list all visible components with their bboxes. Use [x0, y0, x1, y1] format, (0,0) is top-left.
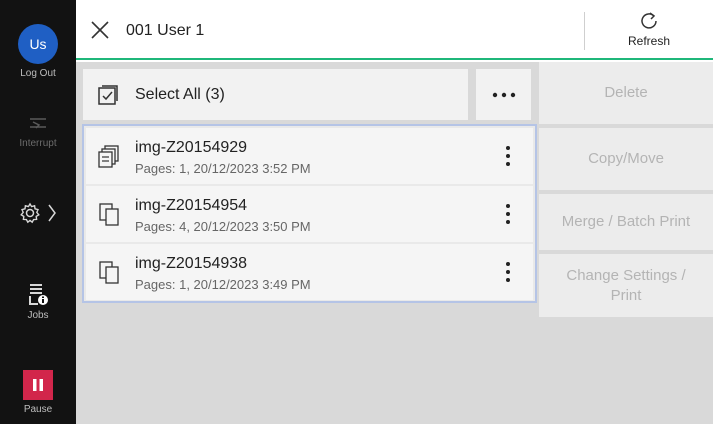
file-meta: Pages: 4, 20/12/2023 3:50 PM: [135, 219, 311, 234]
jobs-label: Jobs: [27, 310, 49, 321]
main-content: Select All (3) img-Z20154929 Pages: 1, 2…: [76, 62, 713, 424]
file-name: img-Z20154938: [135, 255, 248, 272]
list-item[interactable]: img-Z20154954 Pages: 4, 20/12/2023 3:50 …: [86, 186, 533, 242]
action-panel: Delete Copy/Move Merge / Batch Print Cha…: [539, 62, 713, 317]
copy-move-button[interactable]: Copy/Move: [539, 128, 713, 190]
jobs-button[interactable]: Jobs: [0, 282, 76, 321]
page-title: 001 User 1: [126, 22, 205, 39]
checkbox-checked-icon: [98, 84, 118, 105]
list-item[interactable]: img-Z20154938 Pages: 1, 20/12/2023 3:49 …: [86, 244, 533, 300]
left-rail: Us Log Out Interrupt Jobs Pause: [0, 0, 76, 424]
kebab-menu-icon[interactable]: [496, 140, 520, 172]
device-settings-button[interactable]: [0, 202, 76, 224]
avatar: Us: [18, 24, 58, 64]
delete-label: Delete: [604, 84, 648, 101]
list-item[interactable]: img-Z20154929 Pages: 1, 20/12/2023 3:52 …: [86, 128, 533, 184]
delete-button[interactable]: Delete: [539, 62, 713, 124]
jobs-icon: [29, 284, 48, 305]
select-all-label: Select All (3): [135, 85, 225, 103]
merge-batch-print-button[interactable]: Merge / Batch Print: [539, 194, 713, 250]
logout-button[interactable]: Us Log Out: [0, 24, 76, 79]
interrupt-button[interactable]: Interrupt: [0, 112, 76, 149]
logout-label: Log Out: [20, 68, 56, 79]
interrupt-label: Interrupt: [19, 138, 57, 149]
more-horizontal-icon: [492, 92, 515, 97]
change-settings-print-button[interactable]: Change Settings / Print: [539, 254, 713, 317]
copy-move-label: Copy/Move: [588, 150, 664, 167]
file-list: img-Z20154929 Pages: 1, 20/12/2023 3:52 …: [82, 124, 537, 303]
chevron-right-icon: [48, 204, 56, 222]
more-options-button[interactable]: [476, 69, 531, 120]
header: 001 User 1 Refresh: [76, 0, 713, 60]
file-meta: Pages: 1, 20/12/2023 3:52 PM: [135, 161, 311, 176]
kebab-menu-icon[interactable]: [496, 198, 520, 230]
change-settings-label: Change Settings / Print: [566, 266, 686, 304]
pause-label: Pause: [23, 404, 53, 415]
copy-doc-icon: [99, 203, 119, 226]
merge-label: Merge / Batch Print: [561, 213, 691, 230]
close-icon: [91, 21, 109, 39]
refresh-button[interactable]: Refresh: [585, 0, 713, 58]
file-name: img-Z20154954: [135, 197, 248, 214]
refresh-label: Refresh: [627, 34, 671, 48]
gear-icon: [20, 202, 40, 224]
close-button[interactable]: [88, 18, 112, 42]
kebab-menu-icon[interactable]: [496, 256, 520, 288]
multi-doc-icon: [98, 145, 119, 168]
file-name: img-Z20154929: [135, 139, 248, 156]
interrupt-icon: [30, 118, 46, 129]
refresh-icon: [641, 12, 657, 29]
pause-button[interactable]: Pause: [0, 370, 76, 415]
file-meta: Pages: 1, 20/12/2023 3:49 PM: [135, 277, 311, 292]
copy-doc-icon: [99, 261, 119, 284]
select-all-button[interactable]: Select All (3): [83, 69, 468, 120]
pause-icon: [23, 370, 53, 400]
